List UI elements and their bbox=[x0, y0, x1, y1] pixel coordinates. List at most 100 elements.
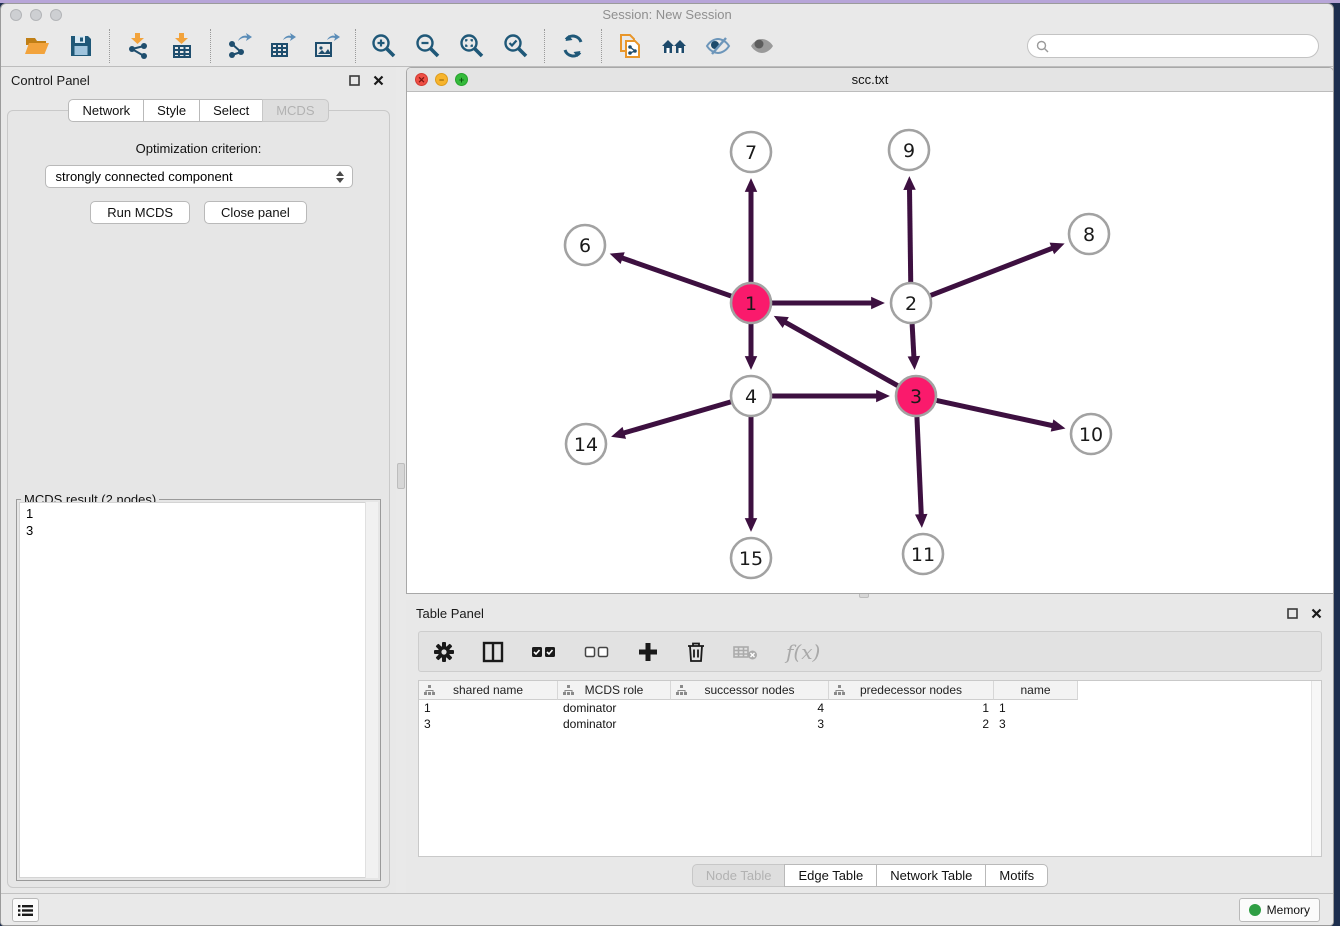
window-title: Session: New Session bbox=[602, 7, 731, 22]
table-cell[interactable]: 3 bbox=[419, 716, 558, 732]
column-header-predecessor-nodes[interactable]: predecessor nodes bbox=[829, 681, 994, 700]
graph-node-1[interactable]: 1 bbox=[731, 283, 771, 323]
edge-1-6[interactable] bbox=[616, 256, 731, 296]
apply-layout-icon[interactable] bbox=[558, 31, 588, 61]
tab-mcds[interactable]: MCDS bbox=[262, 99, 328, 122]
graph-node-10[interactable]: 10 bbox=[1071, 414, 1111, 454]
zoom-out-icon[interactable] bbox=[413, 31, 443, 61]
gear-icon[interactable] bbox=[433, 641, 455, 663]
import-table-file-icon[interactable] bbox=[167, 31, 197, 61]
table-cell[interactable]: 1 bbox=[994, 700, 1078, 716]
close-window-button[interactable] bbox=[10, 9, 22, 21]
clone-network-icon[interactable] bbox=[615, 31, 645, 61]
float-table-panel-icon[interactable] bbox=[1284, 605, 1300, 621]
select-all-checkboxes-icon[interactable] bbox=[531, 645, 557, 659]
svg-text:10: 10 bbox=[1079, 424, 1103, 446]
graph-node-14[interactable]: 14 bbox=[566, 424, 606, 464]
network-graph[interactable]: 7 9 6 8 1 2 4 3 14 10 15 11 bbox=[407, 93, 1333, 594]
column-header-successor-nodes[interactable]: successor nodes bbox=[671, 681, 829, 700]
network-zoom-icon[interactable]: + bbox=[455, 73, 468, 86]
tab-style[interactable]: Style bbox=[143, 99, 200, 122]
deselect-all-checkboxes-icon[interactable] bbox=[584, 645, 610, 659]
graph-node-9[interactable]: 9 bbox=[889, 130, 929, 170]
first-neighbors-icon[interactable] bbox=[659, 31, 689, 61]
delete-table-icon[interactable] bbox=[733, 643, 759, 661]
edge-2-9[interactable] bbox=[909, 183, 910, 282]
table-row[interactable]: 1dominator411 bbox=[419, 700, 1321, 716]
tab-network[interactable]: Network bbox=[68, 99, 144, 122]
result-scrollbar[interactable] bbox=[365, 502, 378, 878]
control-panel-title: Control Panel bbox=[11, 73, 338, 88]
open-session-icon[interactable] bbox=[22, 31, 52, 61]
export-image-icon[interactable] bbox=[312, 31, 342, 61]
graph-node-4[interactable]: 4 bbox=[731, 376, 771, 416]
close-table-panel-icon[interactable] bbox=[1308, 605, 1324, 621]
minimize-window-button[interactable] bbox=[30, 9, 42, 21]
table-cell[interactable]: dominator bbox=[558, 716, 671, 732]
delete-columns-icon[interactable] bbox=[686, 641, 706, 663]
table-cell[interactable]: 2 bbox=[829, 716, 994, 732]
edge-2-3[interactable] bbox=[912, 324, 914, 363]
table-row[interactable]: 3dominator323 bbox=[419, 716, 1321, 732]
hierarchy-icon bbox=[563, 685, 574, 696]
task-history-button[interactable] bbox=[12, 898, 39, 922]
table-scrollbar[interactable] bbox=[1311, 681, 1321, 856]
vertical-splitter-handle[interactable] bbox=[397, 463, 405, 489]
status-bar: Memory bbox=[1, 893, 1333, 925]
edge-4-14[interactable] bbox=[618, 402, 731, 435]
edge-3-11[interactable] bbox=[917, 417, 922, 521]
tab-node-table[interactable]: Node Table bbox=[692, 864, 786, 887]
column-header-name[interactable]: name bbox=[994, 681, 1078, 700]
add-column-icon[interactable] bbox=[637, 641, 659, 663]
show-all-icon[interactable] bbox=[747, 31, 777, 61]
svg-text:14: 14 bbox=[574, 434, 598, 456]
graph-node-3[interactable]: 3 bbox=[896, 376, 936, 416]
table-cell[interactable]: 1 bbox=[829, 700, 994, 716]
function-builder-icon[interactable]: f(x) bbox=[786, 640, 820, 664]
edge-3-10[interactable] bbox=[937, 400, 1059, 427]
float-panel-icon[interactable] bbox=[346, 72, 362, 88]
column-header-MCDS-role[interactable]: MCDS role bbox=[558, 681, 671, 700]
import-network-file-icon[interactable] bbox=[123, 31, 153, 61]
save-session-icon[interactable] bbox=[66, 31, 96, 61]
graph-node-8[interactable]: 8 bbox=[1069, 214, 1109, 254]
network-canvas[interactable]: 7 9 6 8 1 2 4 3 14 10 15 11 bbox=[407, 93, 1333, 593]
network-close-icon[interactable]: ✕ bbox=[415, 73, 428, 86]
tab-motifs[interactable]: Motifs bbox=[985, 864, 1048, 887]
zoom-fit-icon[interactable] bbox=[457, 31, 487, 61]
export-table-icon[interactable] bbox=[268, 31, 298, 61]
graph-node-7[interactable]: 7 bbox=[731, 132, 771, 172]
export-network-icon[interactable] bbox=[224, 31, 254, 61]
edge-3-1[interactable] bbox=[780, 319, 898, 385]
graph-node-2[interactable]: 2 bbox=[891, 283, 931, 323]
graph-node-11[interactable]: 11 bbox=[903, 534, 943, 574]
network-minimize-icon[interactable]: − bbox=[435, 73, 448, 86]
zoom-in-icon[interactable] bbox=[369, 31, 399, 61]
graph-node-15[interactable]: 15 bbox=[731, 538, 771, 578]
close-panel-icon[interactable] bbox=[370, 72, 386, 88]
table-cell[interactable]: 4 bbox=[671, 700, 829, 716]
memory-button[interactable]: Memory bbox=[1239, 898, 1320, 922]
graph-node-6[interactable]: 6 bbox=[565, 225, 605, 265]
edge-2-8[interactable] bbox=[931, 246, 1059, 295]
optimization-criterion-select[interactable]: strongly connected component bbox=[45, 165, 353, 188]
window-controls bbox=[10, 9, 62, 21]
run-mcds-button[interactable]: Run MCDS bbox=[90, 201, 190, 224]
tab-select[interactable]: Select bbox=[199, 99, 263, 122]
svg-text:6: 6 bbox=[579, 235, 591, 257]
optimization-criterion-label: Optimization criterion: bbox=[8, 141, 389, 156]
table-cell[interactable]: 3 bbox=[671, 716, 829, 732]
table-cell[interactable]: 3 bbox=[994, 716, 1078, 732]
close-panel-button[interactable]: Close panel bbox=[204, 201, 307, 224]
tab-network-table[interactable]: Network Table bbox=[876, 864, 986, 887]
tab-edge-table[interactable]: Edge Table bbox=[784, 864, 877, 887]
table-cell[interactable]: dominator bbox=[558, 700, 671, 716]
search-input[interactable] bbox=[1054, 39, 1310, 53]
mcds-result-text[interactable]: 1 3 bbox=[19, 502, 378, 878]
zoom-window-button[interactable] bbox=[50, 9, 62, 21]
hide-selected-icon[interactable] bbox=[703, 31, 733, 61]
zoom-selected-icon[interactable] bbox=[501, 31, 531, 61]
split-view-icon[interactable] bbox=[482, 641, 504, 663]
column-header-shared-name[interactable]: shared name bbox=[419, 681, 558, 700]
table-cell[interactable]: 1 bbox=[419, 700, 558, 716]
